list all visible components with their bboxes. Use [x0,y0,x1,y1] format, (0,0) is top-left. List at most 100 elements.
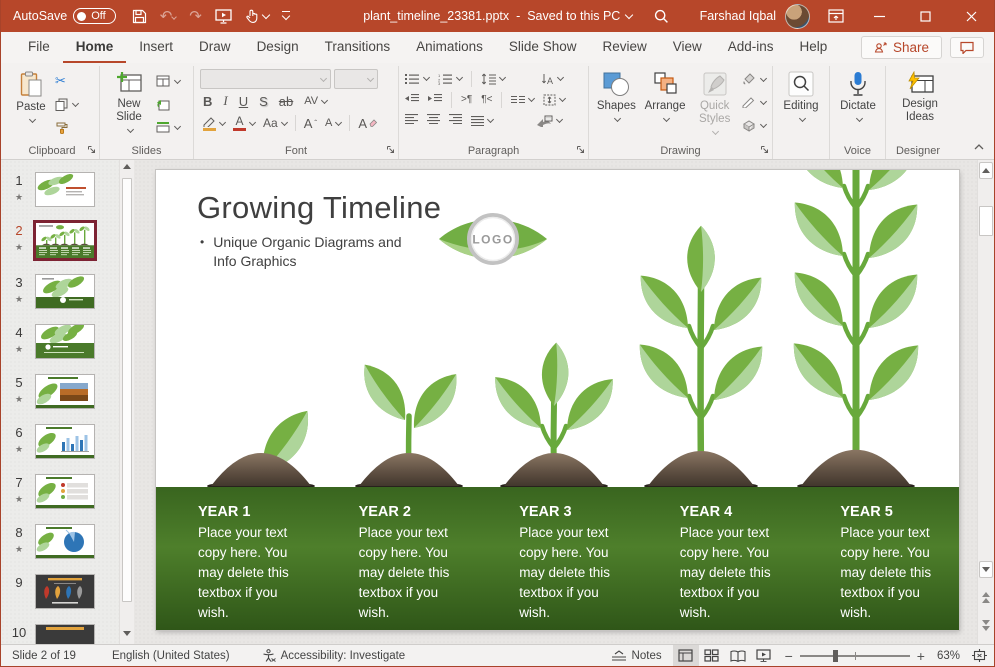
tab-slide-show[interactable]: Slide Show [496,32,590,64]
logo-graphic[interactable]: LOGO [436,210,550,273]
font-size-combobox[interactable] [334,69,378,89]
slide-thumbnail-7[interactable]: 7★ [7,474,134,509]
maximize-button[interactable] [902,0,948,32]
decrease-indent-button[interactable] [405,93,419,107]
saved-status[interactable]: Saved to this PC [527,9,620,23]
slide-thumbnail-5[interactable]: 5★ [7,374,134,409]
zoom-slider[interactable] [800,655,910,657]
slide-thumbnail-3[interactable]: 3★ [7,274,134,309]
ltr-direction-button[interactable]: >¶ [461,94,472,105]
fit-to-window-button[interactable] [964,645,994,666]
slide-title[interactable]: Growing Timeline [197,190,441,226]
user-name[interactable]: Farshad Iqbal [700,9,776,23]
accessibility-checker[interactable]: Accessibility: Investigate [251,645,417,666]
justify-button[interactable] [471,116,493,126]
stage-3[interactable]: YEAR 3Place your text copy here. You may… [477,487,638,630]
thumbnail-image-leaves-band-large[interactable] [35,324,95,359]
highlight-color-button[interactable] [202,116,225,131]
slide-layout-button[interactable] [156,72,180,90]
shapes-button[interactable]: Shapes [595,68,638,143]
cut-button[interactable]: ✂ [55,72,78,90]
comments-button[interactable] [950,37,984,58]
scroll-thumb[interactable] [979,206,993,236]
tab-insert[interactable]: Insert [126,32,186,64]
shape-effects-button[interactable] [741,116,766,134]
undo-icon[interactable]: ↶ [160,7,177,25]
bold-button[interactable]: B [203,94,212,109]
tab-help[interactable]: Help [787,32,841,64]
clear-formatting-button[interactable]: A [358,116,377,131]
stage-5[interactable]: YEAR 5Place your text copy here. You may… [798,487,959,630]
save-icon[interactable] [132,9,147,24]
collapse-ribbon-icon[interactable] [974,141,984,153]
arrange-button[interactable]: Arrange [642,68,689,143]
tab-home[interactable]: Home [63,32,127,64]
tab-add-ins[interactable]: Add-ins [715,32,787,64]
font-color-button[interactable]: A [233,115,255,131]
thumbnail-image-growing-timeline[interactable] [33,220,97,261]
zoom-slider-thumb[interactable] [833,650,838,662]
zoom-out-button[interactable]: − [785,649,793,663]
slide-thumbnail-6[interactable]: 6★ [7,424,134,459]
redo-icon[interactable]: ↷ [189,7,202,25]
italic-button[interactable]: I [223,93,227,109]
increase-indent-button[interactable] [428,93,442,107]
bullets-button[interactable] [405,73,429,85]
thumbnail-image-dark-title[interactable] [35,624,95,644]
slide-thumbnail-1[interactable]: 1★ [7,172,134,207]
avatar[interactable] [785,4,810,29]
previous-slide-button[interactable] [979,589,993,606]
align-text-vertical-button[interactable] [543,94,565,106]
slide-thumbnail-4[interactable]: 4★ [7,324,134,359]
thumbnail-image-bar-chart[interactable] [35,424,95,459]
shrink-font-button[interactable]: A [325,117,341,129]
thumbnail-image-pie-chart[interactable] [35,524,95,559]
stage-1[interactable]: YEAR 1Place your text copy here. You may… [156,487,317,630]
paste-button[interactable]: Paste [11,68,51,143]
font-dialog-launcher-icon[interactable] [386,145,395,157]
view-slide-sorter-button[interactable] [699,645,725,666]
stage-4[interactable]: YEAR 4Place your text copy here. You may… [638,487,799,630]
view-normal-button[interactable] [673,645,699,666]
reset-slide-button[interactable] [156,95,180,113]
font-name-combobox[interactable] [200,69,331,89]
text-shadow-button[interactable]: S [259,94,268,109]
start-presentation-icon[interactable] [215,9,232,24]
numbering-button[interactable]: 123 [438,73,462,85]
quick-styles-button[interactable]: Quick Styles [692,68,737,143]
view-slideshow-button[interactable] [751,645,777,666]
tab-animations[interactable]: Animations [403,32,496,64]
section-button[interactable] [156,118,180,136]
customize-toolbar-icon[interactable] [282,11,290,21]
shape-fill-button[interactable] [741,70,766,88]
drawing-dialog-launcher-icon[interactable] [760,145,769,157]
language-indicator[interactable]: English (United States) [101,645,241,666]
tab-design[interactable]: Design [244,32,312,64]
dictate-button[interactable]: Dictate [836,68,880,123]
columns-button[interactable] [511,95,534,105]
grow-font-button[interactable]: Aˆ [304,116,317,131]
ribbon-display-options-icon[interactable] [816,0,856,32]
share-button[interactable]: Share [861,36,942,59]
timeline-band[interactable]: YEAR 1Place your text copy here. You may… [156,487,959,630]
search-icon[interactable] [642,0,682,32]
change-case-button[interactable]: Aa [263,116,287,130]
rtl-direction-button[interactable]: ¶< [481,94,492,105]
panel-scrollbar[interactable] [119,160,134,644]
tab-view[interactable]: View [660,32,715,64]
line-spacing-button[interactable] [481,73,505,85]
text-direction-button[interactable]: A [540,73,563,85]
new-slide-button[interactable]: New Slide [106,68,152,143]
underline-button[interactable]: U [239,94,248,109]
slide-thumbnail-10[interactable]: 10 [7,624,134,644]
scroll-down-button[interactable] [979,561,993,578]
view-reading-button[interactable] [725,645,751,666]
scroll-up-icon[interactable] [123,164,131,169]
zoom-in-button[interactable]: + [917,649,925,663]
scroll-up-button[interactable] [979,162,993,179]
align-right-button[interactable] [449,114,462,127]
paragraph-dialog-launcher-icon[interactable] [576,145,585,157]
notes-toggle[interactable]: Notes [600,645,673,666]
copy-button[interactable] [55,95,78,113]
autosave-toggle[interactable]: AutoSave Off [13,8,116,24]
